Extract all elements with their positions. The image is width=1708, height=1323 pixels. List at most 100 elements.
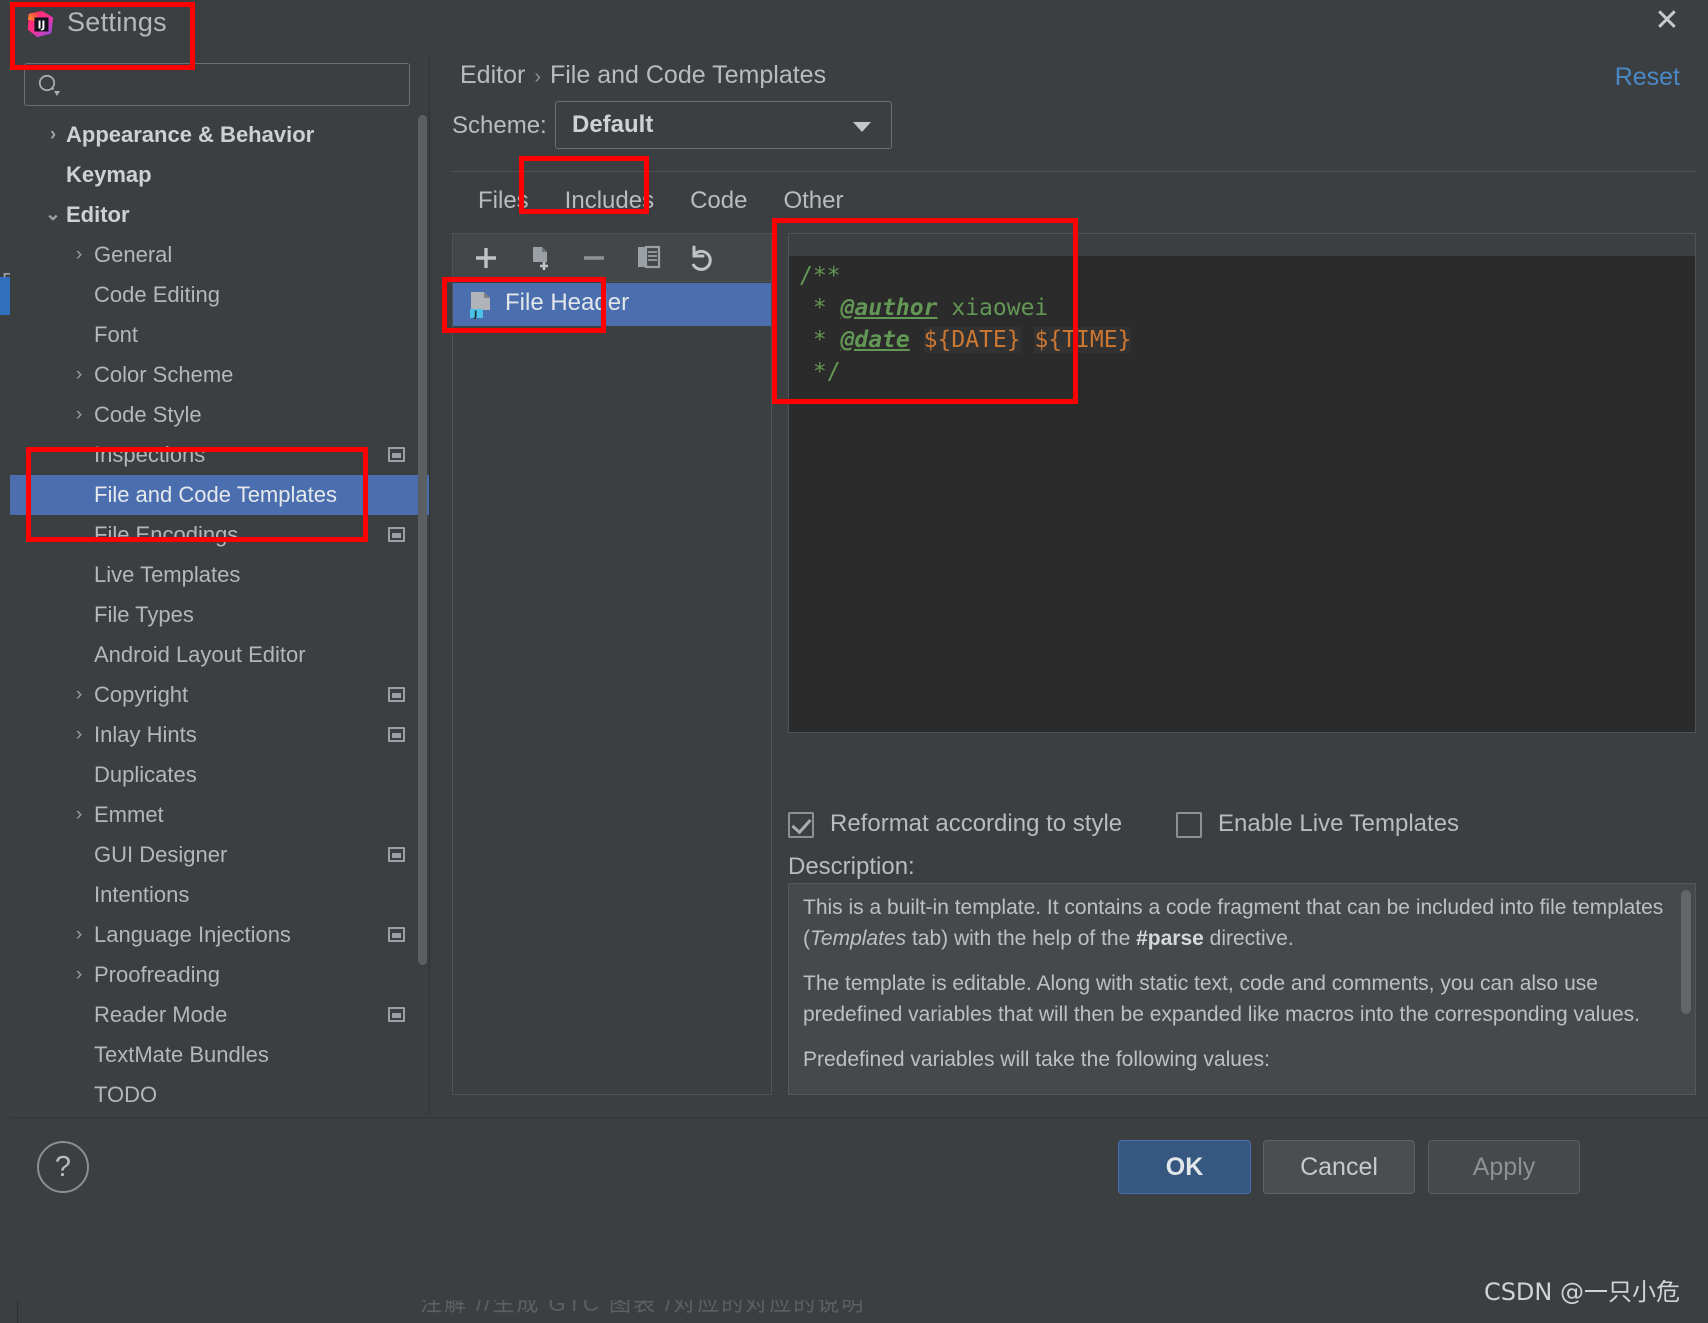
breadcrumb-parent[interactable]: Editor [460, 61, 525, 89]
search-input[interactable] [24, 63, 410, 106]
chevron-right-icon[interactable]: › [68, 715, 90, 755]
watermark: CSDN @一只小危 [1483, 1278, 1680, 1306]
project-scope-icon [388, 727, 405, 742]
description-title: Description: [788, 853, 915, 880]
sidebar-item-label: Emmet [94, 802, 164, 827]
sidebar-item-font[interactable]: Font [10, 315, 429, 355]
settings-content-pane: Editor › File and Code Templates Reset Sch… [430, 53, 1708, 1116]
chevron-right-icon[interactable]: › [68, 395, 90, 435]
project-scope-icon [388, 847, 405, 862]
sidebar-item-inspections[interactable]: Inspections [10, 435, 429, 475]
chevron-right-icon[interactable]: › [68, 795, 90, 835]
table-row: ${PACKAGE_NAME} name of the package in w… [803, 1089, 1665, 1094]
sidebar-item-general[interactable]: › General [10, 235, 429, 275]
project-scope-icon [388, 687, 405, 702]
sidebar-item-label: Inspections [94, 442, 206, 467]
description-box: This is a built-in template. It contains… [788, 883, 1696, 1095]
chevron-right-icon[interactable]: › [42, 115, 64, 155]
sidebar-item-duplicates[interactable]: Duplicates [10, 755, 429, 795]
sidebar-item-keymap[interactable]: Keymap [10, 155, 429, 195]
chevron-right-icon[interactable]: › [68, 235, 90, 275]
sidebar-item-code-editing[interactable]: Code Editing [10, 275, 429, 315]
svg-text:J: J [473, 310, 477, 319]
sidebar-item-editor[interactable]: ⌄ Editor [10, 195, 429, 235]
chevron-right-icon[interactable]: › [68, 955, 90, 995]
undo-icon-button[interactable] [683, 240, 721, 276]
sidebar-item-file-encodings[interactable]: File Encodings [10, 515, 429, 555]
sidebar-item-appearance-behavior[interactable]: › Appearance & Behavior [10, 115, 429, 155]
reformat-according-to-style-checkbox[interactable] [788, 812, 814, 838]
cancel-button[interactable]: Cancel [1263, 1140, 1415, 1194]
screen-root: E 注解 //生成 GTC 图表 /对应的对应的说明 IJ [0, 0, 1708, 1323]
template-code-editor[interactable]: /** * @author xiaowei * @date ${DATE} ${… [788, 233, 1696, 733]
chevron-down-icon[interactable]: ⌄ [42, 195, 64, 235]
enable-live-templates-checkbox[interactable] [1176, 812, 1202, 838]
tab-code[interactable]: Code [672, 175, 765, 227]
sidebar-item-color-scheme[interactable]: › Color Scheme [10, 355, 429, 395]
sidebar-item-live-templates[interactable]: Live Templates [10, 555, 429, 595]
sidebar-item-android-layout-editor[interactable]: Android Layout Editor [10, 635, 429, 675]
chevron-down-icon [853, 122, 871, 132]
sidebar-item-inlay-hints[interactable]: › Inlay Hints [10, 715, 429, 755]
sidebar-item-gui-designer[interactable]: GUI Designer [10, 835, 429, 875]
project-scope-icon [388, 447, 405, 462]
duplicate-icon-button[interactable] [629, 240, 667, 276]
project-scope-icon [388, 527, 405, 542]
add-template-button[interactable] [467, 240, 505, 276]
close-icon[interactable]: ✕ [1652, 6, 1682, 36]
templates-list-toolbar [453, 234, 771, 282]
sidebar-item-reader-mode[interactable]: Reader Mode [10, 995, 429, 1035]
dialog-titlebar: IJ Settings ✕ [10, 0, 1708, 53]
settings-sidebar: › Appearance & Behavior Keymap ⌄ Editor › Gene… [10, 53, 430, 1116]
sidebar-item-language-injections[interactable]: › Language Injections [10, 915, 429, 955]
chevron-right-icon[interactable]: › [68, 675, 90, 715]
intellij-idea-logo-icon: IJ [27, 10, 54, 38]
reset-link[interactable]: Reset [1615, 63, 1680, 92]
sidebar-item-label: Reader Mode [94, 1002, 228, 1027]
scheme-selected-value: Default [572, 111, 654, 138]
sidebar-item-emmet[interactable]: › Emmet [10, 795, 429, 835]
sidebar-item-copyright[interactable]: › Copyright [10, 675, 429, 715]
ok-button[interactable]: OK [1118, 1140, 1251, 1194]
sidebar-scrollbar[interactable] [418, 115, 427, 965]
breadcrumb-separator-icon: › [534, 66, 541, 88]
sidebar-item-label: Code Style [94, 402, 202, 427]
scheme-select[interactable]: Default [555, 101, 892, 149]
desc-p1-b: tab) with the help of the [906, 927, 1137, 950]
sidebar-item-label: TODO [94, 1082, 158, 1107]
sidebar-item-todo[interactable]: TODO [10, 1075, 429, 1115]
sidebar-item-label: File and Code Templates [94, 482, 337, 507]
template-category-tabs[interactable]: Files Includes Code Other [460, 175, 861, 227]
sidebar-item-label: Editor [66, 202, 130, 227]
sidebar-item-proofreading[interactable]: › Proofreading [10, 955, 429, 995]
remove-template-button[interactable] [575, 240, 613, 276]
settings-tree[interactable]: › Appearance & Behavior Keymap ⌄ Editor › Gene… [10, 115, 429, 1115]
copy-file-icon-button[interactable] [521, 240, 559, 276]
tab-files[interactable]: Files [460, 175, 547, 227]
scheme-label: Scheme: [452, 112, 547, 139]
time-variable: ${TIME} [1034, 327, 1132, 353]
description-scrollbar[interactable] [1681, 890, 1691, 1014]
desc-p1-em: Templates [810, 927, 907, 950]
sidebar-item-file-types[interactable]: File Types [10, 595, 429, 635]
help-button[interactable]: ? [37, 1141, 89, 1193]
template-code-text[interactable]: /** * @author xiaowei * @date ${DATE} ${… [799, 260, 1132, 388]
breadcrumb: Editor › File and Code Templates [460, 61, 826, 90]
list-item-label: File Header [505, 289, 630, 316]
tab-includes[interactable]: Includes [547, 175, 672, 227]
sidebar-item-file-and-code-templates[interactable]: File and Code Templates [10, 475, 429, 515]
chevron-right-icon[interactable]: › [68, 355, 90, 395]
dialog-footer: ? OK Cancel Apply [10, 1117, 1708, 1227]
list-item[interactable]: J File Header [453, 283, 771, 326]
sidebar-item-code-style[interactable]: › Code Style [10, 395, 429, 435]
sidebar-item-label: General [94, 242, 173, 267]
svg-text:IJ: IJ [38, 20, 46, 32]
chevron-right-icon[interactable]: › [68, 915, 90, 955]
author-tag: @author [840, 295, 938, 321]
apply-button[interactable]: Apply [1428, 1140, 1580, 1194]
sidebar-item-textmate-bundles[interactable]: TextMate Bundles [10, 1035, 429, 1075]
templates-list-panel: J File Header [452, 233, 772, 1095]
sidebar-item-intentions[interactable]: Intentions [10, 875, 429, 915]
project-scope-icon [388, 1007, 405, 1022]
tab-other[interactable]: Other [765, 175, 861, 227]
